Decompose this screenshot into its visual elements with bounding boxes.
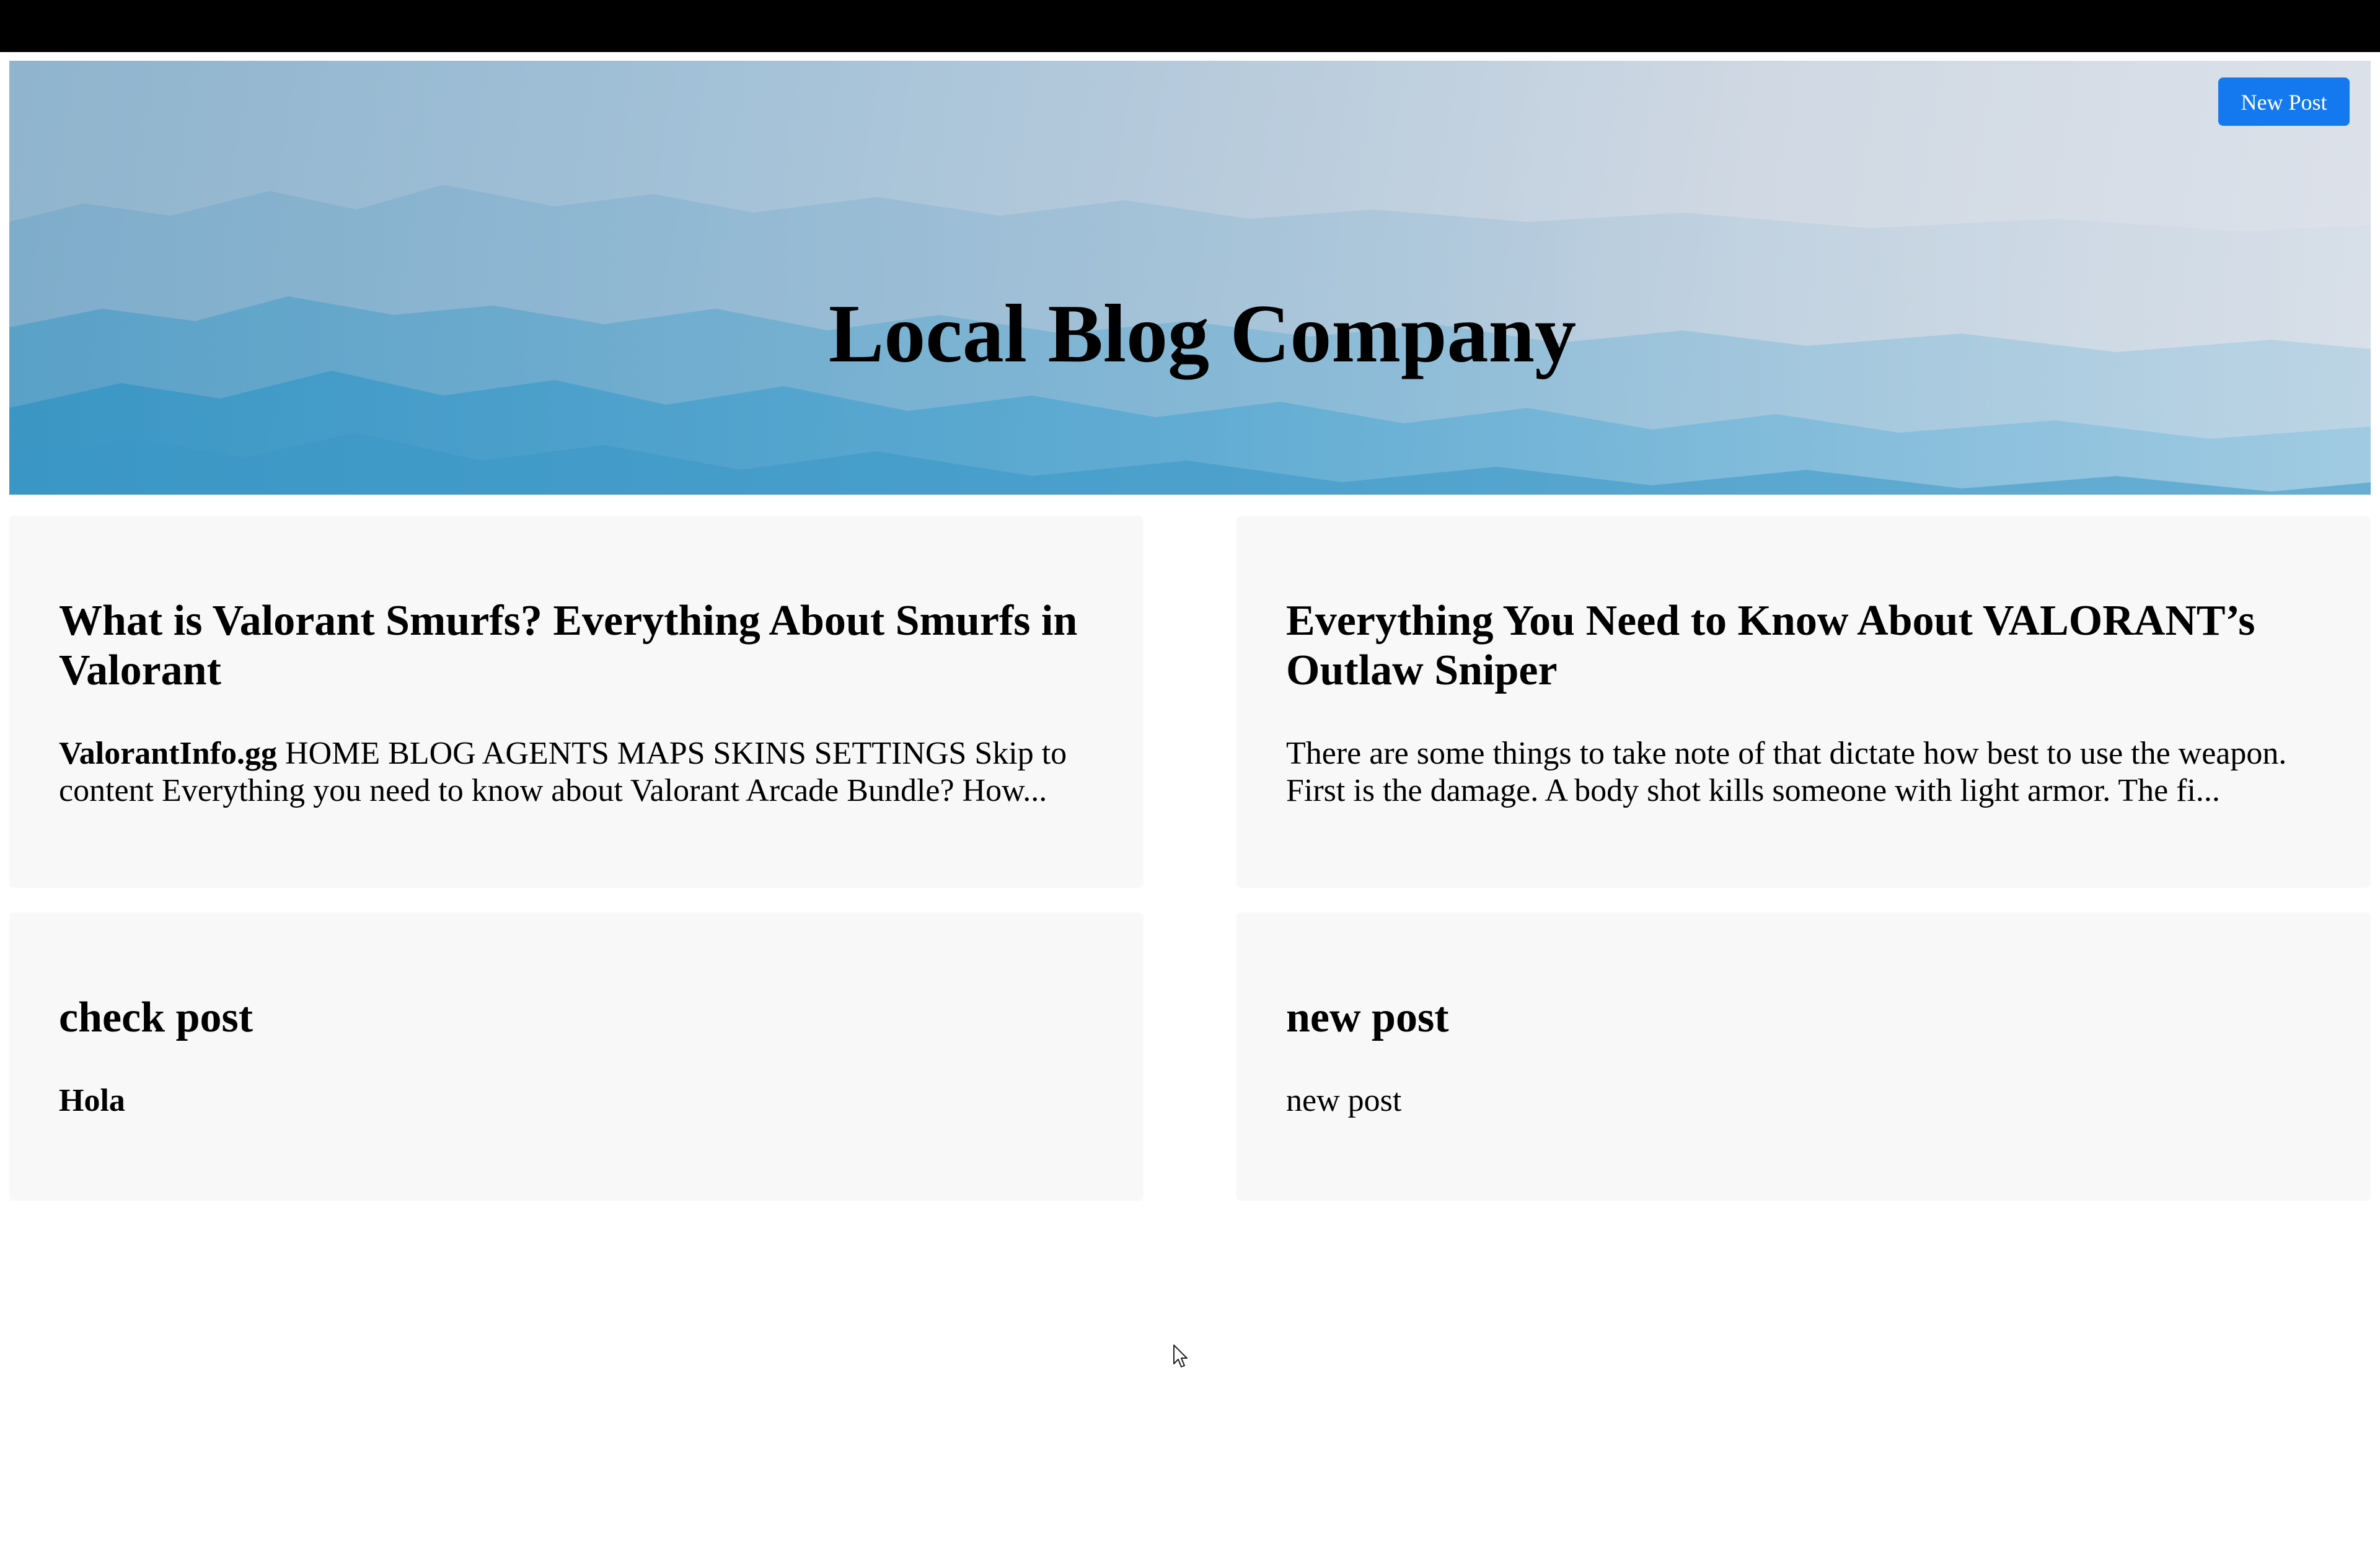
post-title[interactable]: What is Valorant Smurfs? Everything Abou… bbox=[59, 596, 1094, 695]
site-title: Local Blog Company bbox=[828, 287, 1577, 379]
post-card[interactable]: Everything You Need to Know About VALORA… bbox=[1236, 516, 2371, 888]
post-title[interactable]: new post bbox=[1286, 993, 2321, 1043]
mouse-pointer-icon bbox=[1173, 1345, 1188, 1367]
post-title[interactable]: Everything You Need to Know About VALORA… bbox=[1286, 596, 2321, 695]
post-excerpt: new post bbox=[1286, 1083, 1402, 1118]
hero-banner: Local Blog Company New Post bbox=[9, 61, 2371, 495]
post-excerpt-bold: Hola bbox=[59, 1083, 125, 1118]
post-card[interactable]: What is Valorant Smurfs? Everything Abou… bbox=[9, 516, 1144, 888]
post-card[interactable]: new post new post bbox=[1236, 912, 2371, 1201]
post-excerpt: There are some things to take note of th… bbox=[1286, 736, 2287, 808]
post-excerpt: Hola bbox=[59, 1082, 1094, 1119]
new-post-button[interactable]: New Post bbox=[2218, 77, 2350, 126]
post-title[interactable]: check post bbox=[59, 993, 1094, 1043]
hero-background-image bbox=[9, 185, 2371, 495]
post-excerpt-bold: ValorantInfo.gg bbox=[59, 736, 278, 771]
post-excerpt: ValorantInfo.gg HOME BLOG AGENTS MAPS SK… bbox=[59, 735, 1094, 810]
top-bar bbox=[0, 0, 2380, 52]
post-card[interactable]: check post Hola bbox=[9, 912, 1144, 1201]
